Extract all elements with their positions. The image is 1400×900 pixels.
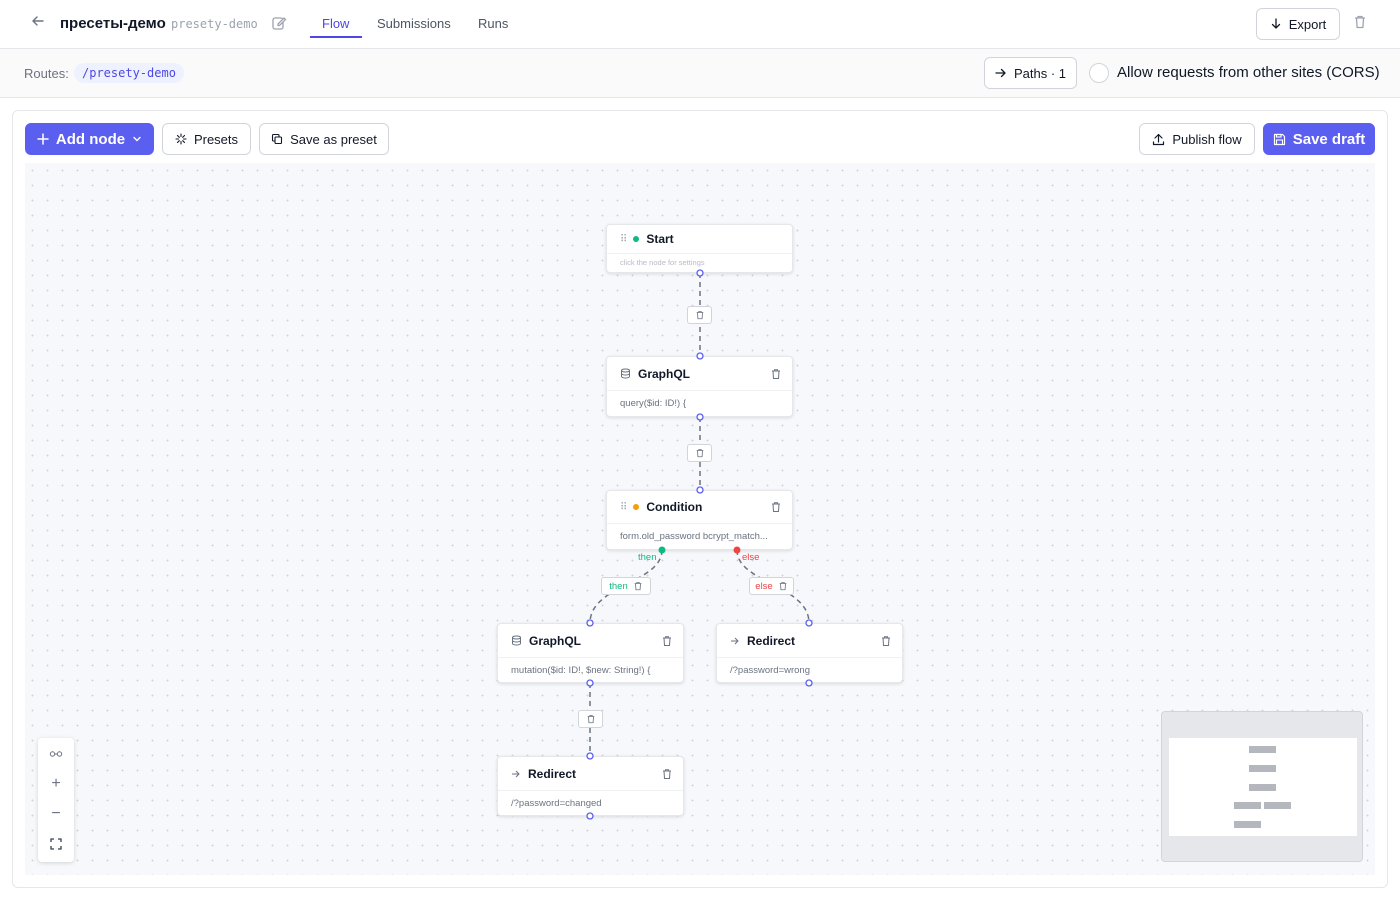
publish-flow-label: Publish flow <box>1172 131 1242 147</box>
trash-icon <box>696 311 703 320</box>
node-graphql-query[interactable]: GraphQL query($id: ID!) { <box>606 356 793 417</box>
arrow-right-icon <box>995 68 1006 78</box>
edge-delete-button[interactable] <box>578 710 603 728</box>
trash-icon <box>779 582 787 591</box>
node-trash-icon[interactable] <box>661 768 673 780</box>
node-condition[interactable]: ⠿ Condition form.old_password bcrypt_mat… <box>606 490 793 550</box>
upload-icon <box>1153 133 1165 145</box>
edge-then-delete-button[interactable]: then <box>601 577 651 595</box>
node-title: Condition <box>646 500 703 514</box>
trash-icon <box>696 449 703 458</box>
save-as-preset-label: Save as preset <box>290 131 377 147</box>
copy-icon <box>272 133 283 145</box>
back-arrow-icon[interactable] <box>28 14 48 34</box>
cors-toggle[interactable] <box>1089 63 1109 83</box>
node-hint: click the node for settings <box>620 258 705 267</box>
top-bar: пресеты-демо presety-demo Flow Submissio… <box>0 0 1400 49</box>
status-dot <box>633 236 640 242</box>
drag-handle-icon[interactable]: ⠿ <box>620 234 627 245</box>
node-title: Redirect <box>528 766 577 781</box>
delete-flow-trash-icon[interactable] <box>1352 14 1372 34</box>
paths-label: Paths · 1 <box>1013 65 1067 81</box>
export-label: Export <box>1288 16 1327 32</box>
edge-then-label: then <box>609 580 628 592</box>
save-disk-icon <box>1273 133 1285 145</box>
node-trash-icon[interactable] <box>770 501 782 513</box>
minimap-node <box>1234 821 1261 828</box>
routes-label: Routes: <box>24 66 69 81</box>
cors-label: Allow requests from other sites (CORS) <box>1117 64 1380 81</box>
download-icon <box>1271 18 1280 29</box>
node-summary: /?password=changed <box>511 798 602 809</box>
branch-else-label: else <box>742 552 760 563</box>
node-title: Redirect <box>747 633 796 648</box>
database-icon <box>621 368 630 379</box>
trash-icon <box>587 715 594 724</box>
node-title: GraphQL <box>638 366 691 381</box>
node-redirect-wrong[interactable]: Redirect /?password=wrong <box>716 623 903 683</box>
tab-runs[interactable]: Runs <box>478 16 508 31</box>
node-summary: mutation($id: ID!, $new: String!) { <box>511 665 651 676</box>
arrow-right-icon <box>731 637 739 644</box>
node-trash-icon[interactable] <box>880 635 892 647</box>
zoom-out-icon[interactable]: − <box>38 799 74 829</box>
route-pill[interactable]: /presety-demo <box>74 63 184 83</box>
tab-flow[interactable]: Flow <box>322 16 349 31</box>
save-draft-button[interactable]: Save draft <box>1263 123 1375 155</box>
node-redirect-changed[interactable]: Redirect /?password=changed <box>497 756 684 816</box>
save-as-preset-button[interactable]: Save as preset <box>259 123 389 155</box>
minimap-node <box>1264 802 1291 809</box>
add-node-label: Add node <box>55 130 126 148</box>
minimap-node <box>1249 746 1276 753</box>
add-node-button[interactable]: Add node <box>25 123 154 155</box>
tab-submissions[interactable]: Submissions <box>377 16 451 31</box>
node-trash-icon[interactable] <box>770 368 782 380</box>
minimap-viewport <box>1169 738 1357 836</box>
zoom-in-icon[interactable]: + <box>38 769 74 799</box>
arrow-right-icon <box>512 770 520 777</box>
node-title: GraphQL <box>529 633 582 648</box>
node-start[interactable]: ⠿ Start click the node for settings <box>606 224 793 273</box>
minimap-node <box>1249 784 1276 791</box>
minimap-node <box>1234 802 1261 809</box>
presets-label: Presets <box>193 131 239 147</box>
status-dot <box>633 504 640 510</box>
chevron-down-icon <box>133 136 141 142</box>
minimap[interactable] <box>1161 711 1363 862</box>
page-slug: presety-demo <box>171 17 258 31</box>
fullscreen-icon[interactable] <box>38 829 74 859</box>
export-button[interactable]: Export <box>1256 8 1340 40</box>
paths-button[interactable]: Paths · 1 <box>984 57 1077 89</box>
fit-view-icon[interactable] <box>38 739 74 769</box>
branch-then-label: then <box>638 552 657 563</box>
presets-button[interactable]: Presets <box>162 123 251 155</box>
sparkle-icon <box>175 133 187 145</box>
edit-icon[interactable] <box>271 15 289 33</box>
database-icon <box>512 635 521 646</box>
edge-delete-button[interactable] <box>687 306 712 324</box>
edge-else-delete-button[interactable]: else <box>749 577 794 595</box>
page-title: пресеты-демо <box>60 15 166 32</box>
edge-else-label: else <box>755 580 773 592</box>
node-trash-icon[interactable] <box>661 635 673 647</box>
node-summary: form.old_password bcrypt_match... <box>620 531 768 542</box>
plus-icon <box>37 133 49 145</box>
tab-active-indicator <box>310 36 362 38</box>
node-summary: /?password=wrong <box>730 665 811 676</box>
node-graphql-mutation[interactable]: GraphQL mutation($id: ID!, $new: String!… <box>497 623 684 683</box>
minimap-node <box>1249 765 1276 772</box>
edge-delete-button[interactable] <box>687 444 712 462</box>
node-title: Start <box>646 232 674 246</box>
routes-bar: Routes: /presety-demo Paths · 1 Allow re… <box>0 49 1400 98</box>
trash-icon <box>634 582 642 591</box>
save-draft-label: Save draft <box>1292 130 1366 148</box>
drag-handle-icon[interactable]: ⠿ <box>620 502 627 513</box>
publish-flow-button[interactable]: Publish flow <box>1139 123 1255 155</box>
node-summary: query($id: ID!) { <box>620 398 686 409</box>
zoom-controls: + − <box>38 738 74 862</box>
